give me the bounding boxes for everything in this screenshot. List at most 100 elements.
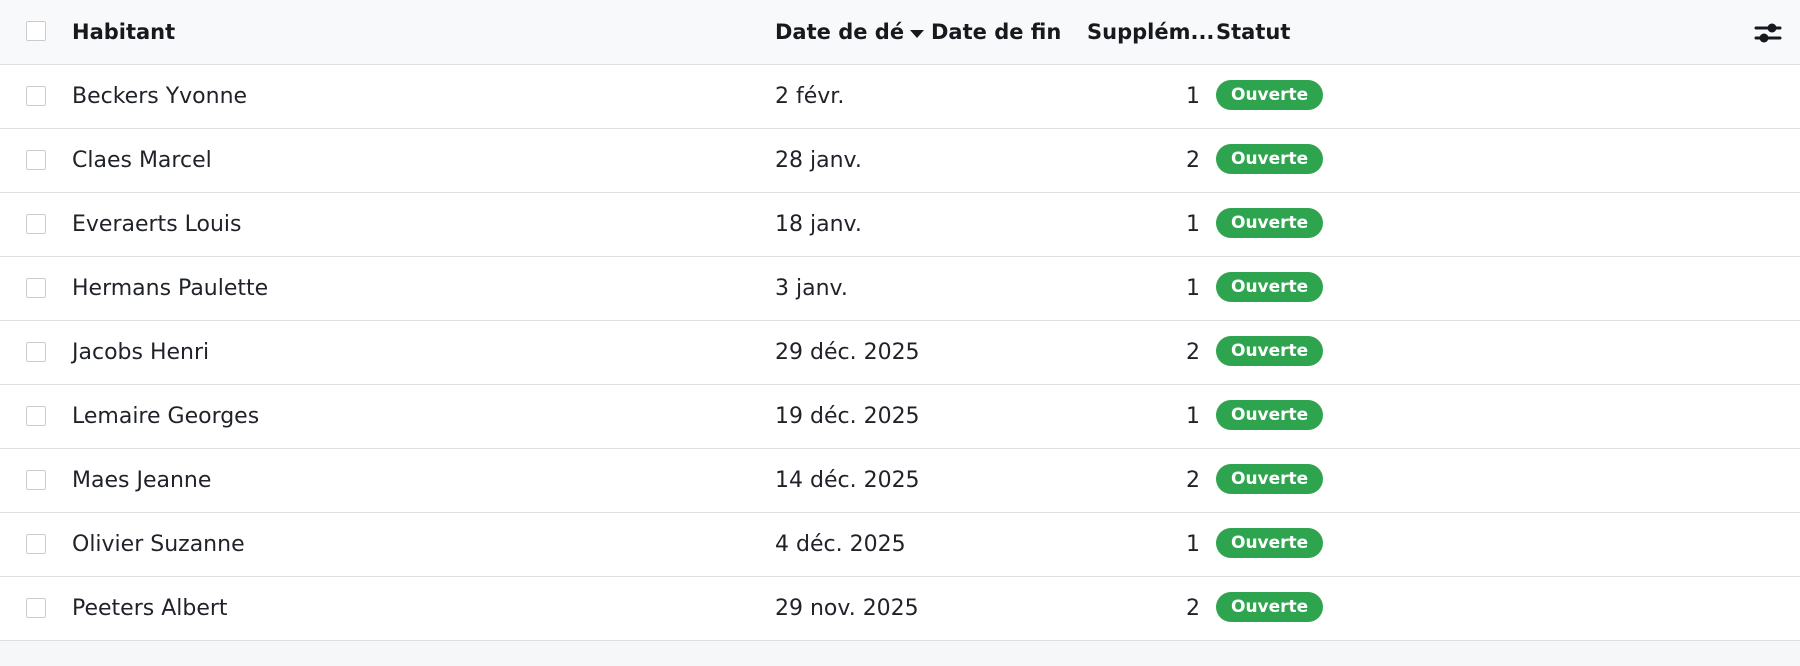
- date-debut-value: 3 janv.: [775, 276, 848, 301]
- column-header-label: Date de fin: [931, 20, 1062, 44]
- habitant-name: Everaerts Louis: [72, 212, 242, 237]
- cell-statut: Ouverte: [1216, 577, 1324, 640]
- cell-date-debut: 28 janv.: [775, 129, 862, 192]
- row-checkbox[interactable]: [26, 213, 46, 234]
- date-debut-value: 19 déc. 2025: [775, 404, 920, 429]
- date-debut-value: 29 déc. 2025: [775, 340, 920, 365]
- cell-date-debut: 29 déc. 2025: [775, 321, 920, 384]
- column-header-supplements[interactable]: Supplém...: [1087, 0, 1214, 64]
- cell-habitant: Beckers Yvonne: [72, 65, 247, 128]
- select-all-checkbox[interactable]: [26, 21, 46, 41]
- cell-statut: Ouverte: [1216, 513, 1324, 576]
- status-badge: Ouverte: [1216, 463, 1324, 494]
- cell-habitant: Maes Jeanne: [72, 449, 211, 512]
- cell-statut: Ouverte: [1216, 321, 1324, 384]
- table-body: Beckers Yvonne 2 févr. 1 Ouverte Claes M…: [0, 65, 1800, 641]
- status-badge: Ouverte: [1216, 527, 1324, 558]
- supplements-count: 2: [1186, 148, 1200, 173]
- date-debut-value: 2 févr.: [775, 84, 845, 109]
- table-row[interactable]: Claes Marcel 28 janv. 2 Ouverte: [0, 129, 1800, 193]
- cell-date-debut: 19 déc. 2025: [775, 385, 920, 448]
- column-header-label: Supplém...: [1087, 20, 1215, 44]
- column-header-date-fin[interactable]: Date de fin: [931, 0, 1061, 64]
- cell-habitant: Peeters Albert: [72, 577, 228, 640]
- date-debut-value: 4 déc. 2025: [775, 532, 906, 557]
- cell-date-debut: 18 janv.: [775, 193, 862, 256]
- table-row[interactable]: Hermans Paulette 3 janv. 1 Ouverte: [0, 257, 1800, 321]
- cell-habitant: Olivier Suzanne: [72, 513, 245, 576]
- habitant-name: Peeters Albert: [72, 596, 228, 621]
- row-checkbox[interactable]: [26, 597, 46, 618]
- habitant-name: Olivier Suzanne: [72, 532, 245, 557]
- table-row[interactable]: Jacobs Henri 29 déc. 2025 2 Ouverte: [0, 321, 1800, 385]
- cell-statut: Ouverte: [1216, 65, 1324, 128]
- status-badge: Ouverte: [1216, 335, 1324, 366]
- column-settings-button[interactable]: [1752, 18, 1784, 48]
- cell-supplements: 2: [1040, 129, 1200, 192]
- date-debut-value: 29 nov. 2025: [775, 596, 919, 621]
- cell-habitant: Everaerts Louis: [72, 193, 242, 256]
- table-row[interactable]: Beckers Yvonne 2 févr. 1 Ouverte: [0, 65, 1800, 129]
- cell-habitant: Hermans Paulette: [72, 257, 268, 320]
- cell-date-debut: 2 févr.: [775, 65, 844, 128]
- habitant-name: Beckers Yvonne: [72, 84, 248, 109]
- habitant-name: Hermans Paulette: [72, 276, 269, 301]
- cell-date-debut: 4 déc. 2025: [775, 513, 906, 576]
- cell-habitant: Claes Marcel: [72, 129, 212, 192]
- column-header-date-debut[interactable]: Date de dé: [775, 0, 925, 64]
- table-row[interactable]: Maes Jeanne 14 déc. 2025 2 Ouverte: [0, 449, 1800, 513]
- cell-statut: Ouverte: [1216, 193, 1324, 256]
- column-header-statut[interactable]: Statut: [1216, 0, 1290, 64]
- cell-supplements: 1: [1040, 257, 1200, 320]
- row-checkbox[interactable]: [26, 85, 46, 106]
- data-table: Habitant Date de dé Date de fin Supplém.…: [0, 0, 1800, 641]
- table-footer: [0, 643, 1800, 666]
- row-checkbox[interactable]: [26, 533, 46, 554]
- status-badge: Ouverte: [1216, 399, 1324, 430]
- row-checkbox[interactable]: [26, 469, 46, 490]
- supplements-count: 1: [1186, 276, 1200, 301]
- cell-habitant: Lemaire Georges: [72, 385, 259, 448]
- column-header-label: Habitant: [72, 20, 176, 44]
- cell-supplements: 1: [1040, 513, 1200, 576]
- row-checkbox[interactable]: [26, 341, 46, 362]
- status-badge: Ouverte: [1216, 271, 1324, 302]
- cell-supplements: 1: [1040, 65, 1200, 128]
- cell-supplements: 2: [1040, 449, 1200, 512]
- cell-date-debut: 3 janv.: [775, 257, 848, 320]
- row-checkbox[interactable]: [26, 405, 46, 426]
- cell-statut: Ouverte: [1216, 129, 1324, 192]
- column-header-habitant[interactable]: Habitant: [72, 0, 175, 64]
- status-badge: Ouverte: [1216, 79, 1324, 110]
- row-checkbox[interactable]: [26, 277, 46, 298]
- table-row[interactable]: Everaerts Louis 18 janv. 1 Ouverte: [0, 193, 1800, 257]
- sliders-icon: [1754, 23, 1782, 43]
- table-header: Habitant Date de dé Date de fin Supplém.…: [0, 0, 1800, 65]
- cell-supplements: 1: [1040, 193, 1200, 256]
- cell-statut: Ouverte: [1216, 257, 1324, 320]
- column-header-label: Statut: [1216, 20, 1291, 44]
- supplements-count: 1: [1186, 532, 1200, 557]
- status-badge: Ouverte: [1216, 143, 1324, 174]
- status-badge: Ouverte: [1216, 591, 1324, 622]
- habitant-name: Maes Jeanne: [72, 468, 212, 493]
- cell-supplements: 2: [1040, 321, 1200, 384]
- habitant-name: Lemaire Georges: [72, 404, 260, 429]
- cell-supplements: 2: [1040, 577, 1200, 640]
- date-debut-value: 18 janv.: [775, 212, 862, 237]
- status-badge: Ouverte: [1216, 207, 1324, 238]
- cell-supplements: 1: [1040, 385, 1200, 448]
- row-checkbox[interactable]: [26, 149, 46, 170]
- habitant-name: Claes Marcel: [72, 148, 212, 173]
- table-row[interactable]: Olivier Suzanne 4 déc. 2025 1 Ouverte: [0, 513, 1800, 577]
- table-row[interactable]: Peeters Albert 29 nov. 2025 2 Ouverte: [0, 577, 1800, 641]
- table-row[interactable]: Lemaire Georges 19 déc. 2025 1 Ouverte: [0, 385, 1800, 449]
- supplements-count: 2: [1186, 468, 1200, 493]
- cell-statut: Ouverte: [1216, 449, 1324, 512]
- sort-desc-icon: [910, 29, 925, 38]
- supplements-count: 1: [1186, 84, 1200, 109]
- cell-statut: Ouverte: [1216, 385, 1324, 448]
- date-debut-value: 28 janv.: [775, 148, 862, 173]
- supplements-count: 1: [1186, 404, 1200, 429]
- cell-date-debut: 14 déc. 2025: [775, 449, 920, 512]
